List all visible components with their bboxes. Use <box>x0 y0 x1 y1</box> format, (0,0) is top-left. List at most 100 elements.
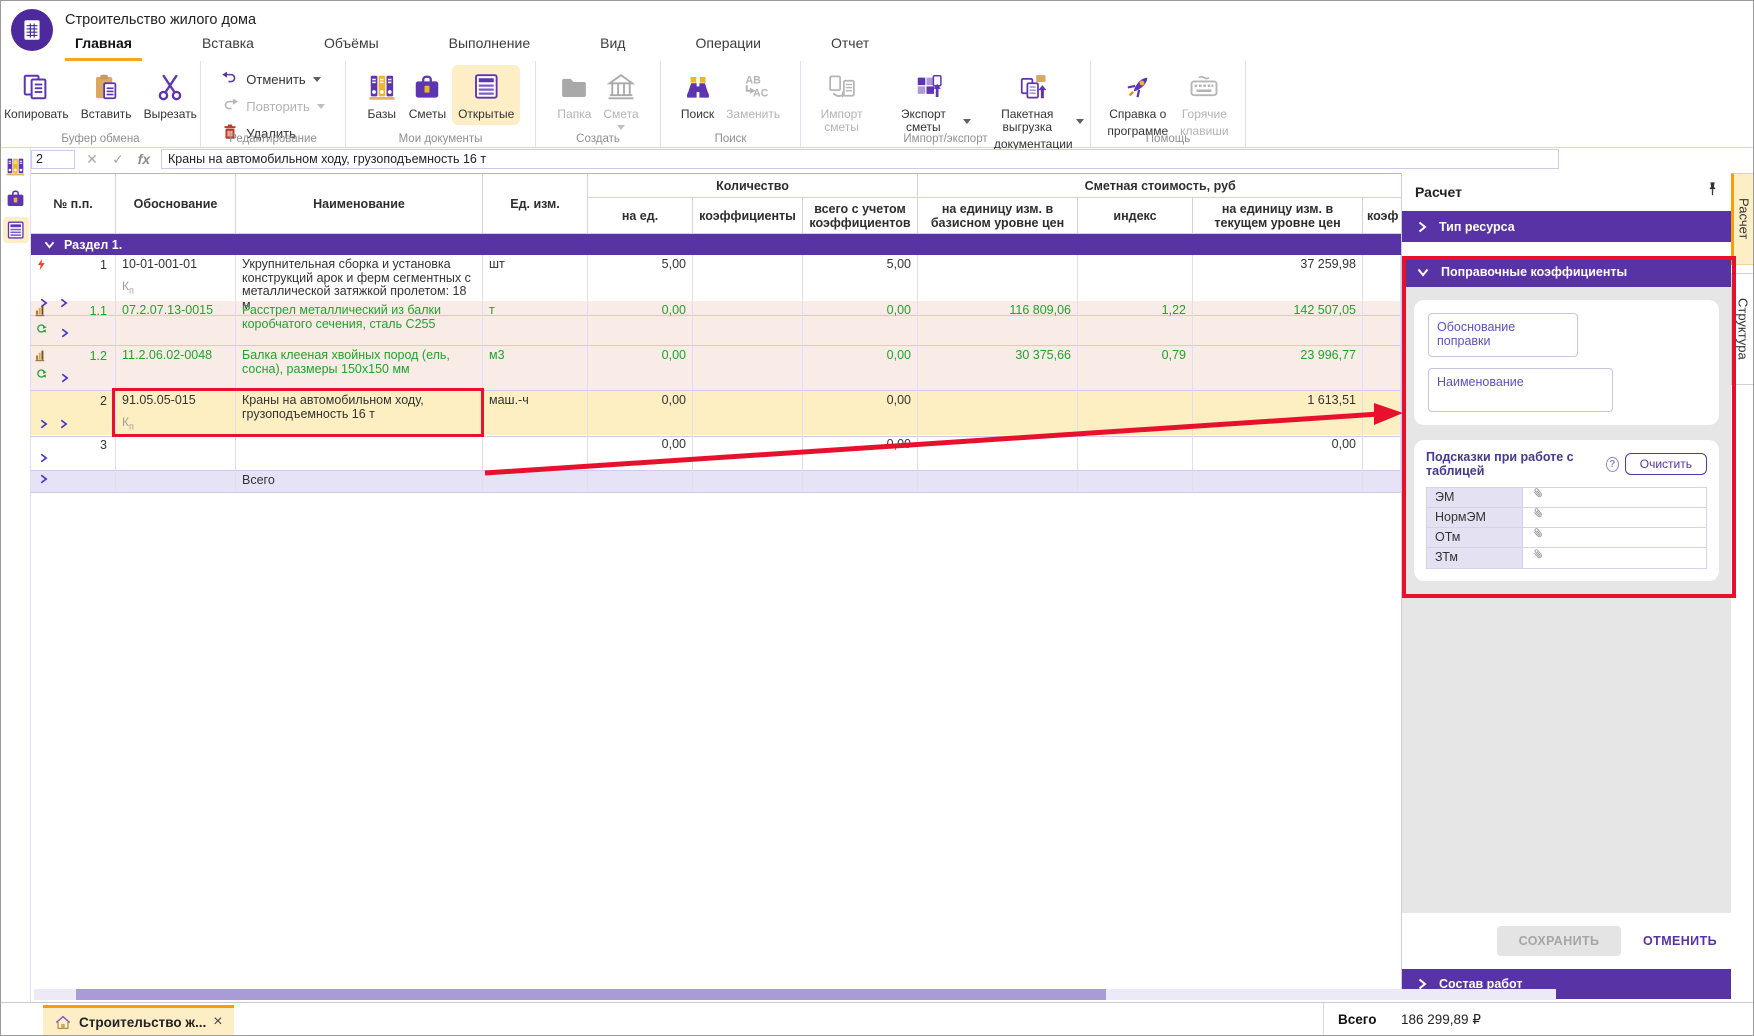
cell-coef[interactable] <box>1363 435 1401 471</box>
ribbon-button-открытые[interactable]: Открытые <box>452 65 520 125</box>
ribbon-button-папка[interactable]: Папка <box>551 65 597 125</box>
cell-unit[interactable]: т <box>483 301 588 346</box>
expand-chevron-icon[interactable] <box>39 473 48 489</box>
cell-qty_coef[interactable] <box>693 301 803 346</box>
menu-tab-вид[interactable]: Вид <box>590 31 635 61</box>
column-header-unit[interactable]: Ед. изм. <box>483 174 588 234</box>
cell-coef[interactable] <box>1363 301 1401 346</box>
cell-qty_coef[interactable] <box>693 391 803 437</box>
clear-button[interactable]: Очистить <box>1625 453 1707 475</box>
dropdown-caret-icon[interactable] <box>317 104 325 109</box>
cell-index[interactable] <box>1078 435 1193 471</box>
cell-current[interactable]: 142 507,05 <box>1193 301 1363 346</box>
cell-unit[interactable]: маш.-ч <box>483 391 588 437</box>
horizontal-scrollbar[interactable] <box>34 989 1556 1000</box>
cell-index[interactable]: 0,79 <box>1078 346 1193 391</box>
cell-name[interactable] <box>236 435 483 471</box>
paperclip-icon[interactable] <box>1531 527 1547 548</box>
ribbon-button-базы[interactable]: Базы <box>361 65 403 125</box>
save-button[interactable]: СОХРАНИТЬ <box>1497 926 1621 956</box>
menu-tab-объёмы[interactable]: Объёмы <box>314 31 389 61</box>
menu-tab-главная[interactable]: Главная <box>65 31 142 61</box>
nav-strip-databases-icon[interactable] <box>3 153 29 179</box>
cancel-button[interactable]: ОТМЕНИТЬ <box>1643 934 1717 948</box>
correction-basis-field[interactable]: Обоснование поправки <box>1428 313 1578 357</box>
nav-strip-briefcase-icon[interactable] <box>3 185 29 211</box>
menu-tab-операции[interactable]: Операции <box>685 31 771 61</box>
expand-chevron-icon[interactable] <box>39 452 48 468</box>
hint-link-cell[interactable] <box>1523 508 1706 527</box>
column-header-name[interactable]: Наименование <box>236 174 483 234</box>
cell-base[interactable] <box>918 435 1078 471</box>
column-header-qty_coef[interactable]: коэффициенты <box>693 198 803 234</box>
ribbon-button-справка-о[interactable]: Справка опрограмме <box>1101 65 1174 142</box>
cell-num[interactable]: 3 <box>31 435 116 471</box>
expand-chevron-icon[interactable] <box>39 418 48 434</box>
cell-num[interactable]: 2 <box>31 391 116 437</box>
hint-link-cell[interactable] <box>1523 488 1706 507</box>
menu-tab-вставка[interactable]: Вставка <box>192 31 264 61</box>
hint-link-cell[interactable] <box>1523 548 1706 568</box>
cell-num[interactable] <box>31 471 116 493</box>
cell-current[interactable]: 0,00 <box>1193 435 1363 471</box>
section-row[interactable]: Раздел 1. <box>31 234 1401 255</box>
menu-tab-выполнение[interactable]: Выполнение <box>439 31 540 61</box>
cell-name[interactable]: Балка клееная хвойных пород (ель, сосна)… <box>236 346 483 391</box>
cell-qty_total[interactable]: 0,00 <box>803 301 918 346</box>
cell-qty_unit[interactable]: 0,00 <box>588 346 693 391</box>
dropdown-caret-icon[interactable] <box>313 77 321 82</box>
pin-icon[interactable] <box>1704 181 1721 203</box>
paperclip-icon[interactable] <box>1531 548 1547 569</box>
paperclip-icon[interactable] <box>1531 507 1547 528</box>
cell-qty_unit[interactable]: 0,00 <box>588 301 693 346</box>
dropdown-caret-icon[interactable] <box>617 125 625 130</box>
cell-name[interactable]: Расстрел металлический из балки коробчат… <box>236 301 483 346</box>
cell-qty_unit[interactable]: 0,00 <box>588 391 693 437</box>
ribbon-button-повторить[interactable]: Повторить <box>215 94 330 119</box>
cell-name[interactable]: Краны на автомобильном ходу, грузоподъем… <box>236 391 483 437</box>
cell-base[interactable] <box>918 391 1078 437</box>
ribbon-button-поиск[interactable]: Поиск <box>675 65 720 125</box>
ribbon-button-заменить[interactable]: ABACЗаменить <box>720 65 786 125</box>
horizontal-scrollbar-thumb[interactable] <box>76 989 1106 1000</box>
side-tab-structure[interactable]: Структура <box>1731 273 1754 385</box>
column-header-code[interactable]: Обоснование <box>116 174 236 234</box>
dropdown-caret-icon[interactable] <box>963 119 971 124</box>
cell-current[interactable]: 1 613,51 <box>1193 391 1363 437</box>
ribbon-button-смета[interactable]: Смета <box>597 65 644 134</box>
cell-code[interactable]: 11.2.06.02-0048 <box>116 346 236 391</box>
cell-unit[interactable]: м3 <box>483 346 588 391</box>
dropdown-caret-icon[interactable] <box>1076 119 1084 124</box>
side-tab-calc[interactable]: Расчет <box>1731 173 1754 265</box>
expand-chevron-icon[interactable] <box>60 327 69 343</box>
menu-tab-отчет[interactable]: Отчет <box>821 31 879 61</box>
ribbon-button-вставить[interactable]: Вставить <box>75 65 138 125</box>
ribbon-button-импорт-сметы[interactable]: Импорт сметы <box>801 65 882 138</box>
cell-ref-input[interactable] <box>31 150 75 169</box>
cell-qty_total[interactable]: 0,00 <box>803 391 918 437</box>
cell-index[interactable]: 1,22 <box>1078 301 1193 346</box>
cell-qty_total[interactable]: 0,00 <box>803 346 918 391</box>
cell-unit[interactable] <box>483 435 588 471</box>
ribbon-button-отменить[interactable]: Отменить <box>215 67 330 92</box>
cell-current[interactable]: 23 996,77 <box>1193 346 1363 391</box>
cell-qty_total[interactable]: 0,00 <box>803 435 918 471</box>
cell-code[interactable]: 91.05.05-015Кп <box>116 391 236 437</box>
cell-coef[interactable] <box>1363 346 1401 391</box>
panel-section-correction-coefficients[interactable]: Поправочные коэффициенты <box>1402 256 1731 287</box>
cell-qty_coef[interactable] <box>693 435 803 471</box>
cell-code[interactable] <box>116 435 236 471</box>
cell-qty_coef[interactable] <box>693 346 803 391</box>
confirm-entry-icon[interactable]: ✓ <box>109 151 127 168</box>
cell-num[interactable]: 1.1 <box>31 301 116 346</box>
cell-coef[interactable] <box>1363 391 1401 437</box>
cell-qty_unit[interactable]: 0,00 <box>588 435 693 471</box>
ribbon-button-копировать[interactable]: Копировать <box>0 65 75 125</box>
ribbon-button-вырезать[interactable]: Вырезать <box>138 65 203 125</box>
column-header-qty_total[interactable]: всего с учетом коэффициентов <box>803 198 918 234</box>
column-header-coef[interactable]: коэф <box>1363 198 1403 234</box>
column-header-qty_unit[interactable]: на ед. <box>588 198 693 234</box>
panel-section-resource-type[interactable]: Тип ресурса <box>1402 211 1731 242</box>
ribbon-button-сметы[interactable]: Сметы <box>403 65 452 125</box>
cancel-entry-icon[interactable]: ✕ <box>83 151 101 168</box>
